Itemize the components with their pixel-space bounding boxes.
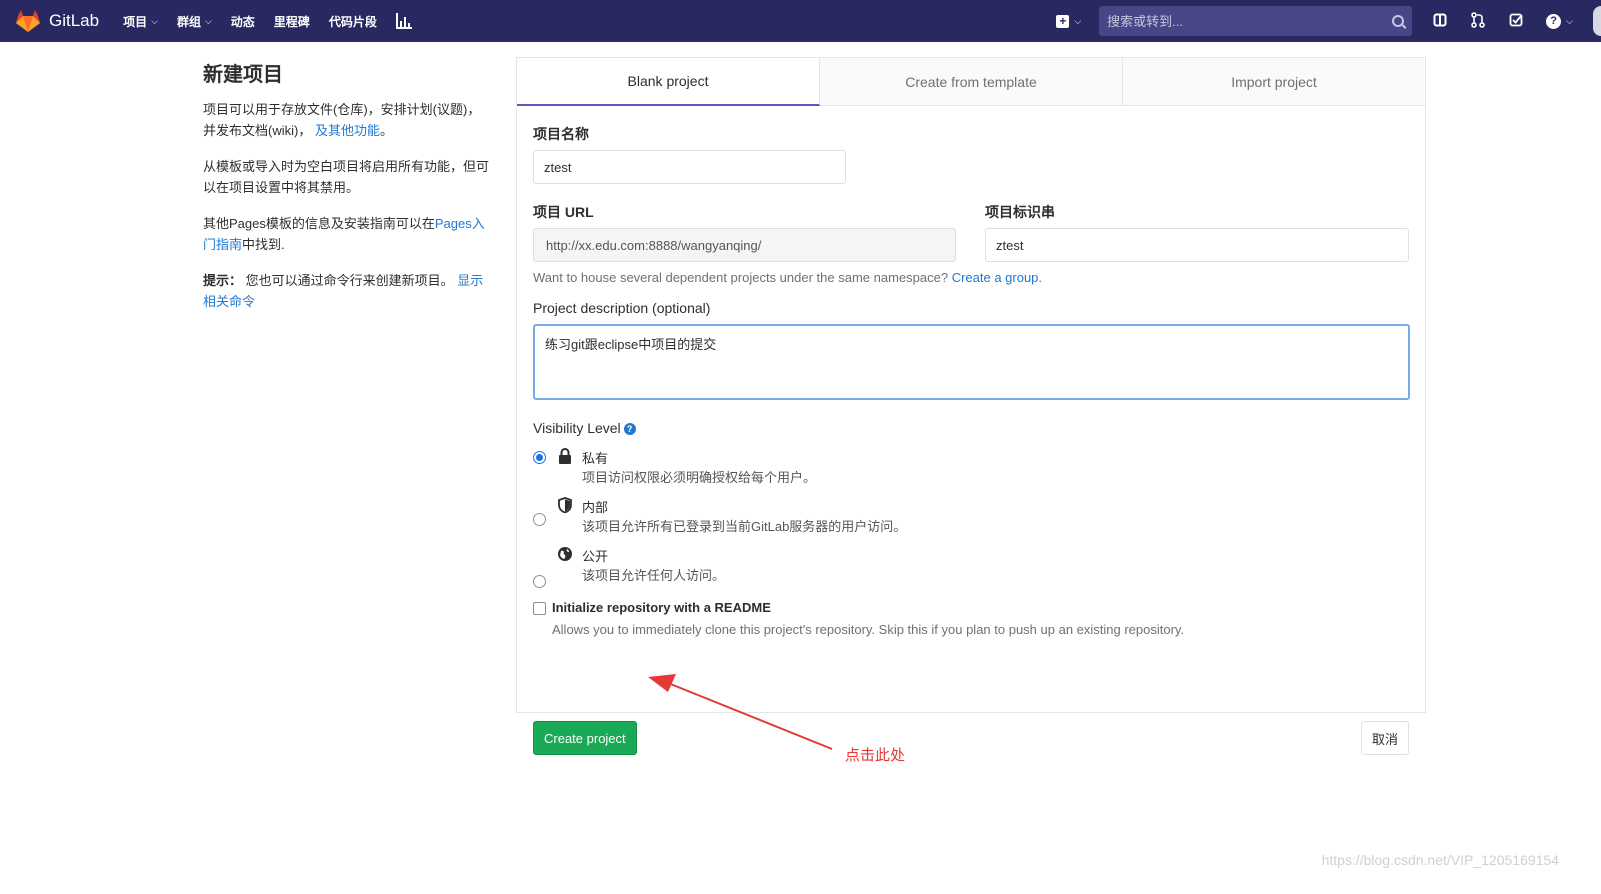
nav-snippets[interactable]: 代码片段	[329, 13, 377, 30]
info-text: 中找到.	[242, 237, 285, 252]
info-paragraph-4: 提示： 您也可以通过命令行来创建新项目。 显示相关命令	[203, 270, 493, 312]
visibility-label: Visibility Level	[533, 420, 621, 436]
todos-link[interactable]	[1508, 13, 1524, 30]
create-project-button[interactable]: Create project	[533, 721, 637, 755]
description-label: Project description (optional)	[533, 300, 711, 316]
tab-import-project[interactable]: Import project	[1123, 58, 1425, 105]
visibility-public-desc: 该项目允许任何人访问。	[582, 568, 726, 583]
info-paragraph-2: 从模板或导入时为空白项目将启用所有功能，但可以在项目设置中将其禁用。	[203, 159, 490, 195]
project-name-input[interactable]: ztest	[533, 150, 846, 184]
search-box[interactable]	[1099, 6, 1413, 36]
lock-icon	[557, 448, 573, 464]
info-text: 您也可以通过命令行来创建新项目。	[245, 273, 454, 288]
plus-icon: +	[1056, 14, 1070, 28]
readme-checkbox[interactable]	[533, 602, 546, 615]
search-input[interactable]	[1107, 13, 1393, 29]
chevron-down-icon: ⌵	[204, 15, 212, 26]
tip-label: 提示：	[203, 273, 243, 288]
brand-name: GitLab	[49, 11, 100, 30]
nav-activity-label: 动态	[230, 14, 255, 29]
chevron-down-icon: ⌵	[1566, 15, 1573, 26]
project-slug-label: 项目标识串	[985, 204, 1055, 220]
merge-request-icon	[1471, 11, 1485, 28]
chevron-down-icon: ⌵	[1074, 15, 1082, 26]
group-help-text: Want to house several dependent projects…	[533, 270, 1042, 285]
gitlab-logo-icon	[16, 10, 40, 32]
visibility-internal-label: 内部	[582, 500, 609, 515]
nav-projects[interactable]: 项目 ⌵	[123, 13, 158, 30]
tab-create-from-template[interactable]: Create from template	[820, 58, 1123, 105]
nav-activity[interactable]: 动态	[231, 13, 255, 30]
visibility-public-label: 公开	[582, 549, 609, 564]
help-dropdown[interactable]: ? ⌵	[1546, 13, 1573, 29]
sidebar-icon	[1433, 13, 1447, 26]
merge-requests-link[interactable]	[1470, 11, 1486, 31]
project-slug-input[interactable]: ztest	[985, 228, 1409, 262]
todo-icon	[1509, 13, 1523, 26]
info-text: 。	[379, 123, 393, 138]
info-paragraph-1: 项目可以用于存放文件(仓库)，安排计划(议题)，并发布文档(wiki)， 及其他…	[203, 99, 493, 141]
nav-groups[interactable]: 群组 ⌵	[177, 13, 212, 30]
nav-milestones[interactable]: 里程碑	[274, 13, 310, 30]
project-tabs: Blank project Create from template Impor…	[517, 58, 1425, 106]
watermark: https://blog.csdn.net/VIP_1205169154	[1321, 852, 1559, 868]
visibility-private-label: 私有	[582, 451, 609, 466]
cancel-button[interactable]: 取消	[1360, 721, 1409, 755]
brand[interactable]: GitLab	[15, 9, 99, 33]
search-icon	[1392, 15, 1405, 27]
tab-blank-project[interactable]: Blank project	[517, 58, 820, 106]
chart-icon	[395, 13, 412, 29]
nav-groups-label: 群组	[176, 14, 201, 29]
sidebar-toggle[interactable]	[1432, 13, 1448, 30]
readme-desc: Allows you to immediately clone this pro…	[552, 622, 1185, 637]
nav-right: + ⌵ ? ⌵	[1056, 0, 1601, 42]
visibility-private-radio[interactable]	[533, 451, 546, 464]
create-group-link[interactable]: Create a group.	[952, 270, 1042, 285]
other-features-link[interactable]: 及其他功能	[315, 123, 380, 138]
nav-links: 项目 ⌵ 群组 ⌵ 动态 里程碑 代码片段	[123, 13, 431, 30]
annotation-text: 点击此处	[845, 747, 906, 764]
question-circle-icon[interactable]: ?	[623, 423, 636, 435]
project-name-label: 项目名称	[533, 126, 589, 142]
globe-icon	[557, 546, 573, 562]
nav-snippets-label: 代码片段	[328, 14, 377, 29]
group-help: Want to house several dependent projects…	[533, 270, 949, 285]
nav-milestones-label: 里程碑	[273, 14, 310, 29]
page-title: 新建项目	[203, 64, 283, 86]
project-url-label: 项目 URL	[533, 204, 594, 220]
nav-projects-label: 项目	[123, 14, 148, 29]
description-textarea[interactable]: 练习git跟eclipse中项目的提交	[533, 324, 1410, 400]
readme-label: Initialize repository with a README	[552, 600, 771, 615]
chevron-down-icon: ⌵	[151, 15, 158, 26]
help-icon: ?	[1546, 13, 1562, 29]
visibility-internal-radio[interactable]	[533, 513, 546, 526]
new-dropdown-button[interactable]: + ⌵	[1056, 14, 1082, 28]
visibility-label-row: Visibility Level?	[533, 420, 636, 436]
shield-icon	[557, 497, 573, 513]
top-navbar: GitLab 项目⌵ 群组⌵ 动态 里程碑 代码片段 + ⌵ ? ⌵	[0, 0, 1601, 42]
left-info: 新建项目 项目可以用于存放文件(仓库)，安排计划(议题)，并发布文档(wiki)…	[203, 58, 493, 327]
info-paragraph-3: 其他Pages模板的信息及安装指南可以在Pages入门指南中找到.	[203, 213, 493, 255]
project-url-input[interactable]: http://xx.edu.com:8888/wangyanqing/	[533, 228, 956, 262]
visibility-public-radio[interactable]	[533, 575, 546, 588]
nav-chart[interactable]	[395, 13, 412, 29]
info-text: 其他Pages模板的信息及安装指南可以在	[203, 216, 435, 231]
user-avatar[interactable]	[1593, 6, 1601, 36]
visibility-internal-desc: 该项目允许所有已登录到当前GitLab服务器的用户访问。	[582, 519, 907, 534]
new-project-panel: Blank project Create from template Impor…	[516, 57, 1426, 755]
project-form: 项目名称 ztest 项目 URL http://xx.edu.com:8888…	[533, 106, 1410, 755]
visibility-private-desc: 项目访问权限必须明确授权给每个用户。	[582, 470, 817, 485]
